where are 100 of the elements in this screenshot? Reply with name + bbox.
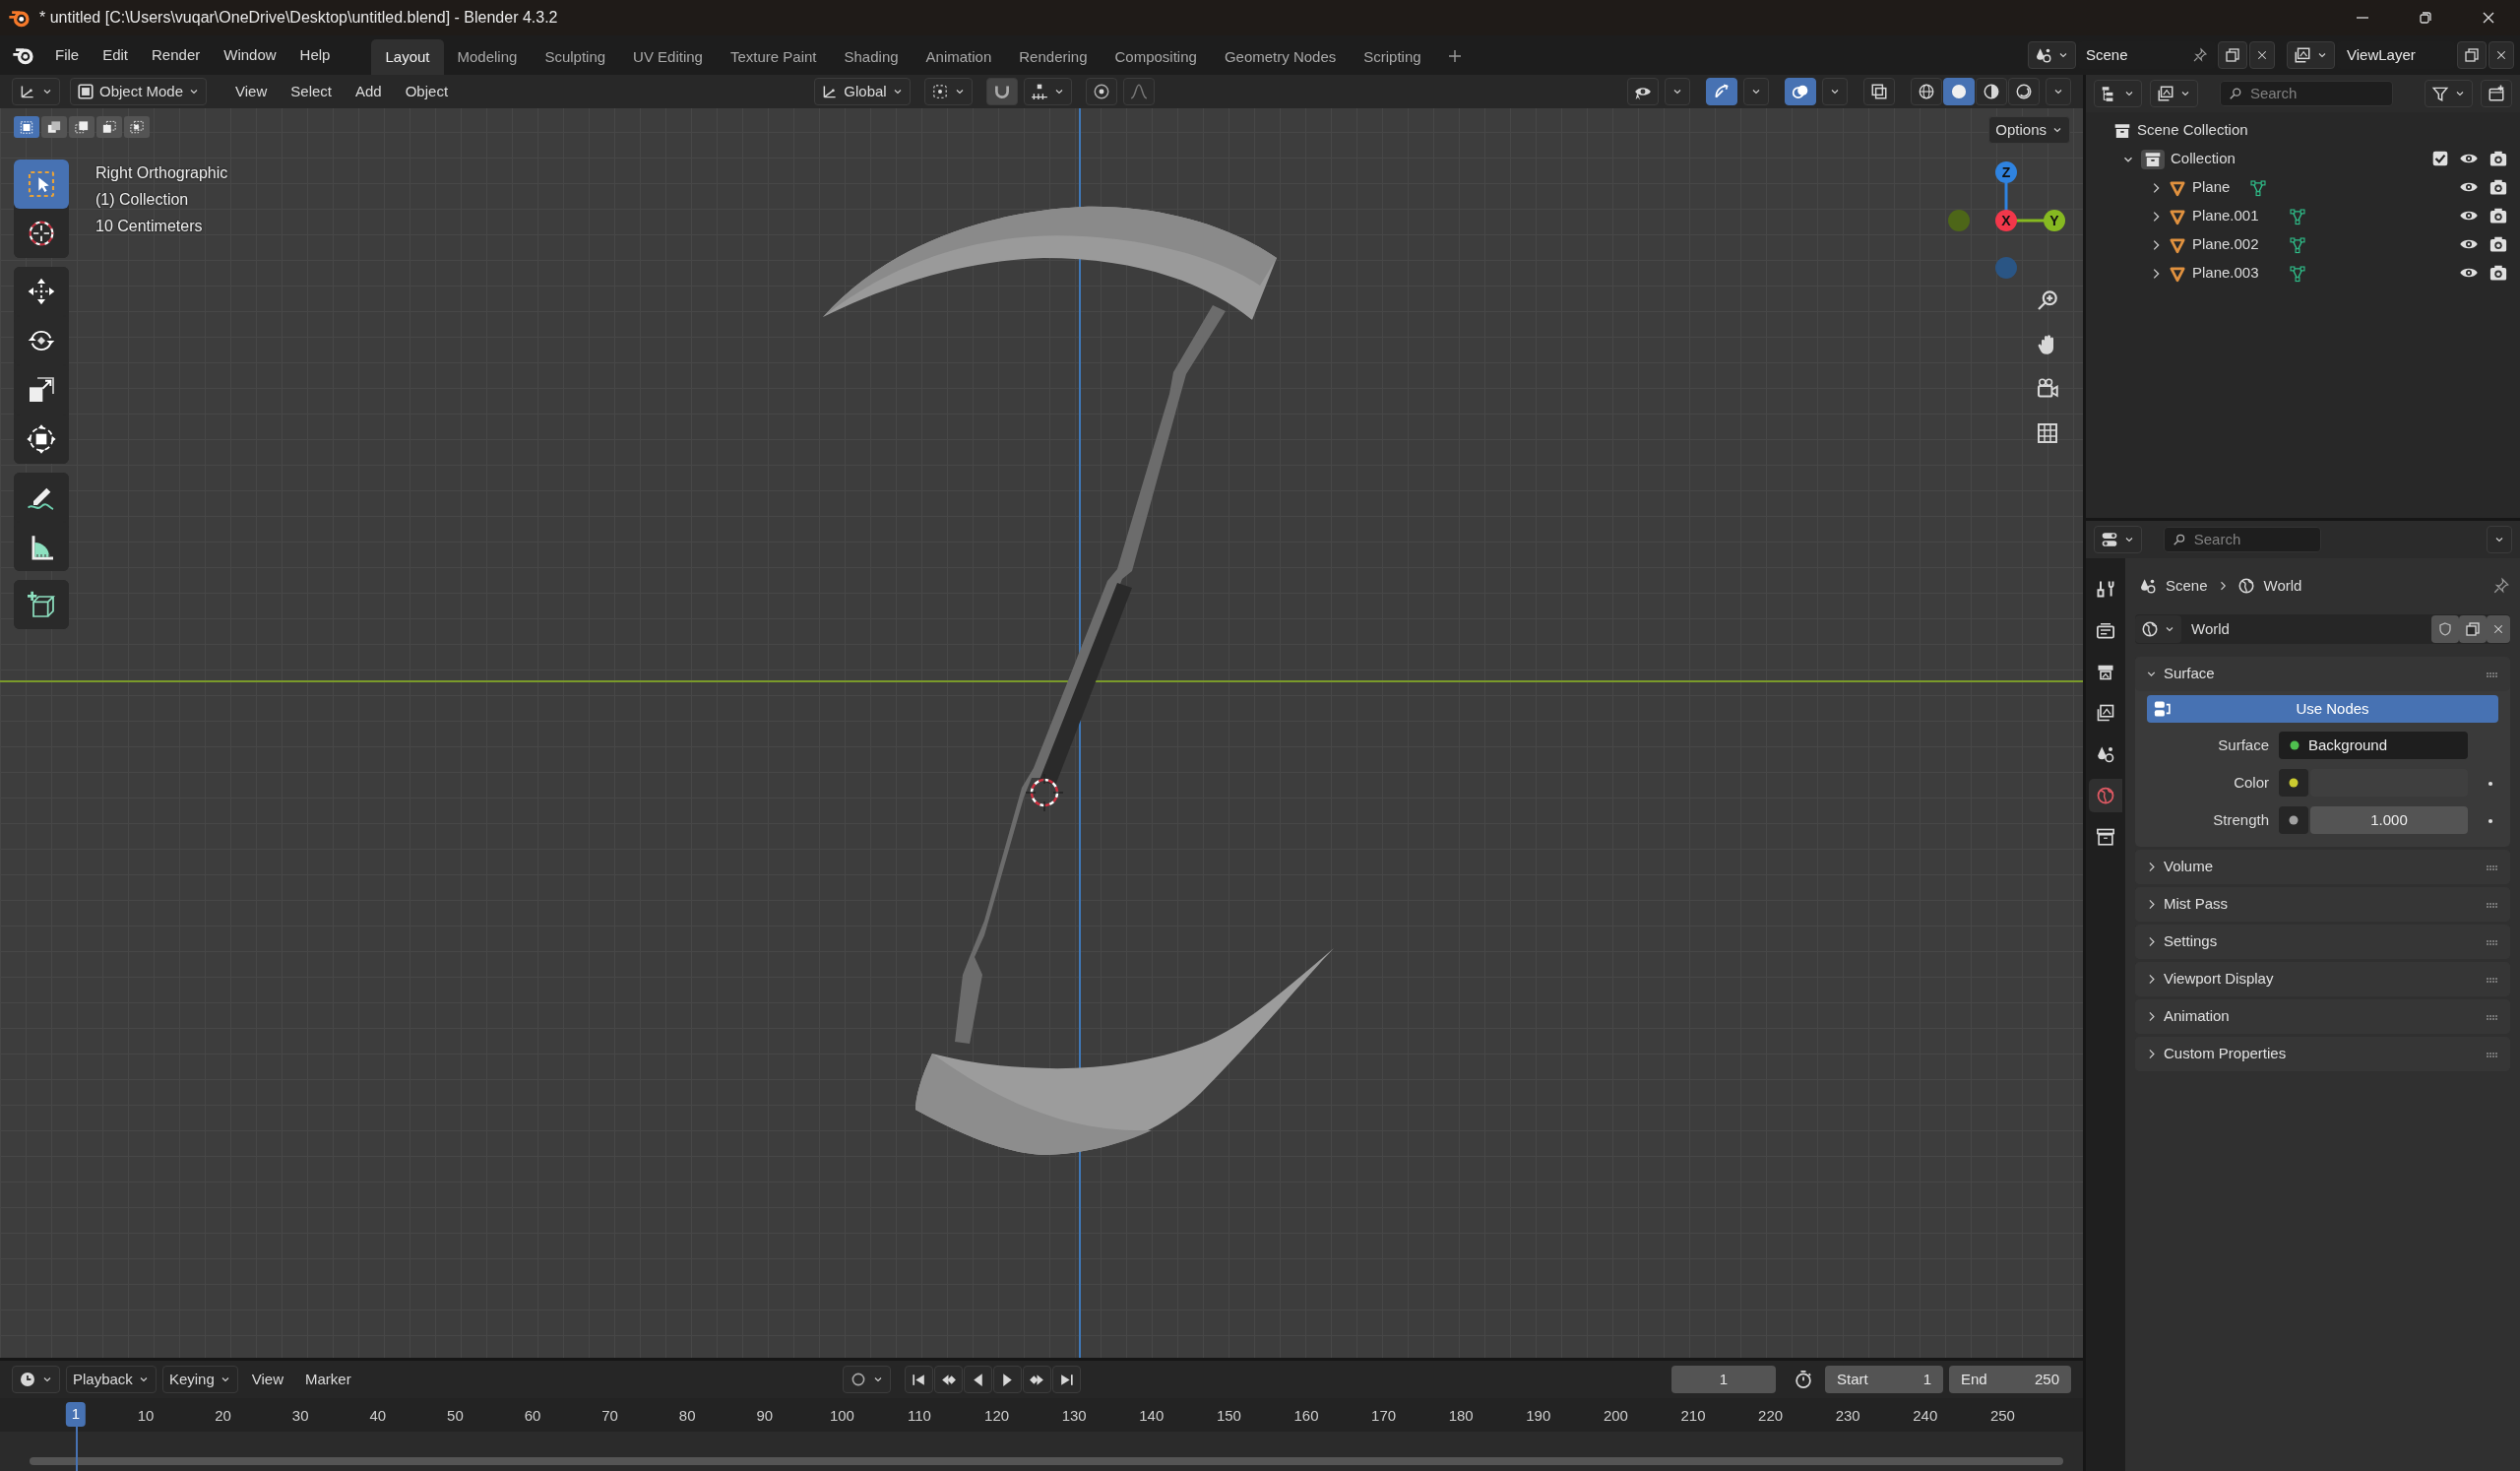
view-layer-selector-button[interactable] <box>2287 41 2335 69</box>
axis-handle[interactable] <box>2044 210 2065 231</box>
workspace-tab[interactable]: Rendering <box>1005 39 1102 75</box>
panel-header[interactable]: Mist Pass <box>2135 887 2510 922</box>
playhead[interactable]: 1 <box>65 1402 87 1427</box>
use-nodes-button[interactable]: Use Nodes <box>2147 695 2498 723</box>
workspace-tab[interactable]: Animation <box>912 39 1006 75</box>
menu-item[interactable]: Marker <box>297 1366 359 1393</box>
snap-dropdown[interactable] <box>1023 78 1072 105</box>
tree-item[interactable]: Collection <box>2171 148 2236 170</box>
panel-header[interactable]: Viewport Display <box>2135 962 2510 996</box>
mode-dropdown[interactable]: Object Mode <box>70 78 208 105</box>
pivot-dropdown[interactable] <box>923 78 973 105</box>
pin-icon[interactable] <box>2492 577 2510 595</box>
filter-button[interactable] <box>2425 80 2473 107</box>
editor-type-button[interactable] <box>12 78 60 105</box>
menu-item[interactable]: Add <box>346 78 391 105</box>
menu-item[interactable]: Select <box>282 78 341 105</box>
panel-header[interactable]: Custom Properties <box>2135 1037 2510 1071</box>
camera-icon[interactable] <box>2488 177 2508 197</box>
shading-button[interactable] <box>1911 78 1942 105</box>
select-mode-button[interactable] <box>41 116 67 138</box>
workspace-tab[interactable]: Scripting <box>1350 39 1435 75</box>
mesh-icon[interactable] <box>2249 179 2268 198</box>
camera-icon[interactable] <box>2488 149 2508 168</box>
socket-dot[interactable] <box>2288 777 2300 789</box>
axis-handle[interactable] <box>1995 210 2017 231</box>
mesh-icon[interactable] <box>2288 208 2306 226</box>
current-frame-field[interactable]: 1 <box>1671 1366 1776 1393</box>
shader-field[interactable]: Background <box>2279 732 2468 759</box>
workspace-tab[interactable]: Sculpting <box>531 39 620 75</box>
display-mode-button[interactable] <box>2150 80 2198 107</box>
new-collection-button[interactable] <box>2481 80 2512 107</box>
playback-button[interactable] <box>933 1366 963 1393</box>
menu-dropdown[interactable]: Playback <box>66 1366 157 1393</box>
menu-item[interactable]: View <box>243 1366 291 1393</box>
workspace-tab[interactable]: Texture Paint <box>716 39 831 75</box>
panel-header[interactable]: Settings <box>2135 925 2510 959</box>
shading-button[interactable] <box>2008 78 2040 105</box>
workspace-tab[interactable]: UV Editing <box>619 39 717 75</box>
tree-item[interactable]: Plane <box>2192 176 2231 199</box>
fake-user-button[interactable] <box>2431 615 2459 643</box>
panel-header[interactable]: Animation <box>2135 999 2510 1034</box>
scene-selector-button[interactable] <box>2028 41 2076 69</box>
select-mode-button[interactable] <box>69 116 94 138</box>
tool-button[interactable] <box>14 580 69 629</box>
axis-handle[interactable] <box>1995 161 2017 183</box>
menu-dropdown[interactable]: Keying <box>161 1366 238 1393</box>
tree-item[interactable]: Plane.002 <box>2192 233 2259 256</box>
editor-type-button[interactable] <box>2094 80 2142 107</box>
menu-item[interactable]: Window <box>212 41 288 69</box>
shading-button[interactable] <box>1943 78 1975 105</box>
orientation-dropdown[interactable]: Global <box>814 78 911 105</box>
close-button[interactable] <box>2488 41 2514 69</box>
tree-item[interactable]: Plane.001 <box>2192 205 2259 227</box>
playback-button[interactable] <box>1051 1366 1081 1393</box>
menu-item[interactable]: Edit <box>91 41 141 69</box>
camera-icon[interactable] <box>2488 263 2508 283</box>
search-input[interactable]: Search <box>2191 527 2312 552</box>
playback-button[interactable] <box>963 1366 992 1393</box>
axis-handle[interactable] <box>1995 257 2017 279</box>
axis-handle[interactable] <box>1948 210 1970 231</box>
editor-type-button[interactable] <box>12 1366 60 1393</box>
socket-dot[interactable] <box>2288 814 2300 826</box>
tree-item[interactable]: Scene Collection <box>2137 119 2248 142</box>
playback-button[interactable] <box>1022 1366 1051 1393</box>
checkbox[interactable] <box>2431 150 2449 167</box>
shading-button[interactable] <box>1976 78 2007 105</box>
playback-button[interactable] <box>904 1366 933 1393</box>
end-frame-field[interactable]: End 250 <box>1949 1366 2071 1393</box>
workspace-tab[interactable]: Modeling <box>443 39 532 75</box>
tree-item[interactable]: Plane.003 <box>2192 262 2259 285</box>
select-mode-button[interactable] <box>96 116 122 138</box>
falloff-dropdown[interactable] <box>1122 78 1155 105</box>
snap-toggle[interactable] <box>985 78 1018 105</box>
socket-dot[interactable] <box>2289 739 2300 751</box>
close-button[interactable] <box>2249 41 2275 69</box>
copy-button[interactable] <box>2218 41 2247 69</box>
search-field[interactable]: Search <box>2164 527 2321 552</box>
scrollbar[interactable] <box>30 1457 2063 1465</box>
unlink-button[interactable] <box>2487 615 2510 643</box>
options-dropdown[interactable]: Options <box>1988 116 2070 144</box>
menu-item[interactable]: File <box>43 41 92 69</box>
overlays-toggle[interactable] <box>1785 78 1816 105</box>
visibility-toggle[interactable] <box>1627 78 1659 105</box>
workspace-tab[interactable]: Layout <box>371 39 444 75</box>
menu-item[interactable]: View <box>226 78 277 105</box>
start-frame-field[interactable]: Start 1 <box>1825 1366 1943 1393</box>
number-field[interactable]: 1.000 <box>2310 806 2468 834</box>
panel-header[interactable]: Volume <box>2135 850 2510 884</box>
world-browse-button[interactable] <box>2135 615 2181 643</box>
auto-keying-button[interactable] <box>842 1366 891 1393</box>
xray-toggle[interactable] <box>1863 78 1895 105</box>
proportional-toggle[interactable] <box>1085 78 1117 105</box>
menu-item[interactable]: Object <box>396 78 458 105</box>
panel-header[interactable]: Surface <box>2135 657 2510 691</box>
camera-icon[interactable] <box>2488 234 2508 254</box>
workspace-tab[interactable]: Compositing <box>1101 39 1211 75</box>
menu-item[interactable]: Help <box>287 41 343 69</box>
workspace-tab[interactable]: Geometry Nodes <box>1210 39 1351 75</box>
